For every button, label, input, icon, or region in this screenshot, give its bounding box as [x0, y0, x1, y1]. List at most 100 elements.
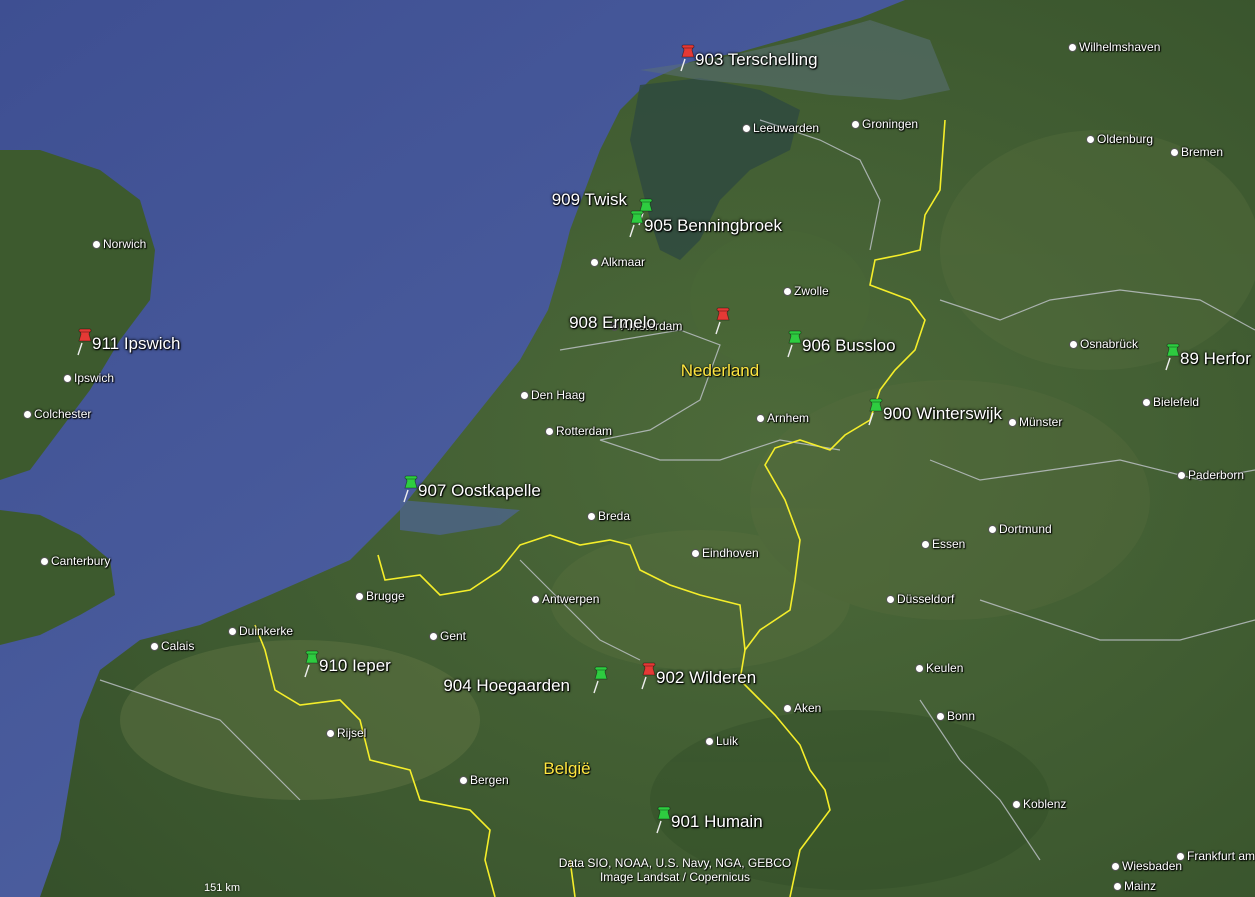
placemark-label: 911 Ipswich	[92, 334, 181, 353]
map-attribution: Data SIO, NOAA, U.S. Navy, NGA, GEBCO Im…	[559, 856, 792, 884]
city-marker-icon	[459, 776, 468, 786]
city-den-haag[interactable]: Den Haag	[520, 388, 585, 402]
city-marker-icon	[1008, 418, 1017, 428]
city-marker-icon	[228, 627, 237, 637]
city-luik[interactable]: Luik	[705, 734, 738, 748]
city-zwolle[interactable]: Zwolle	[783, 284, 829, 298]
city-munster[interactable]: Münster	[1008, 415, 1062, 429]
city-marker-icon	[988, 525, 997, 535]
city-dusseldorf[interactable]: Düsseldorf	[886, 592, 954, 606]
placemark-label: 901 Humain	[671, 812, 763, 831]
city-name: Wiesbaden	[1122, 859, 1183, 873]
city-ipswich[interactable]: Ipswich	[63, 371, 114, 385]
city-canterbury[interactable]: Canterbury	[40, 554, 110, 568]
placemark-label: 906 Bussloo	[802, 336, 896, 355]
placemark-label: 89 Herfor	[1180, 349, 1251, 368]
city-name: Bonn	[947, 709, 976, 723]
city-marker-icon	[783, 287, 792, 297]
city-koblenz[interactable]: Koblenz	[1012, 797, 1066, 811]
city-bremen[interactable]: Bremen	[1170, 145, 1223, 159]
city-name: Duinkerke	[239, 624, 294, 638]
city-marker-icon	[1012, 800, 1021, 810]
city-name: Breda	[598, 509, 631, 523]
city-rijsel[interactable]: Rijsel	[326, 726, 366, 740]
city-name: Antwerpen	[542, 592, 600, 606]
city-marker-icon	[1142, 398, 1151, 408]
placemark-label: 902 Wilderen	[656, 668, 757, 687]
city-keulen[interactable]: Keulen	[915, 661, 963, 675]
city-leeuwarden[interactable]: Leeuwarden	[742, 121, 819, 135]
city-name: Essen	[932, 537, 966, 551]
placemark-label: 907 Oostkapelle	[418, 481, 541, 500]
city-osnabruck[interactable]: Osnabrück	[1069, 337, 1138, 351]
attribution-line-1: Data SIO, NOAA, U.S. Navy, NGA, GEBCO	[558, 856, 792, 870]
city-dortmund[interactable]: Dortmund	[988, 522, 1052, 536]
city-name: Den Haag	[531, 388, 586, 402]
city-marker-icon	[1177, 471, 1186, 481]
city-frankfurt[interactable]: Frankfurt am	[1176, 849, 1255, 863]
scale-label: 151 km	[204, 882, 241, 894]
city-aken[interactable]: Aken	[783, 701, 821, 715]
city-bonn[interactable]: Bonn	[936, 709, 975, 723]
city-norwich[interactable]: Norwich	[92, 237, 146, 251]
city-marker-icon	[326, 729, 335, 739]
city-rotterdam[interactable]: Rotterdam	[545, 424, 612, 438]
city-marker-icon	[783, 704, 792, 714]
city-breda[interactable]: Breda	[587, 509, 630, 523]
city-name: Eindhoven	[702, 546, 759, 560]
city-colchester[interactable]: Colchester	[23, 407, 91, 421]
city-name: Aken	[794, 701, 822, 715]
city-bergen[interactable]: Bergen	[459, 773, 509, 787]
city-marker-icon	[1111, 862, 1120, 872]
city-oldenburg[interactable]: Oldenburg	[1086, 132, 1153, 146]
city-wiesbaden[interactable]: Wiesbaden	[1111, 859, 1182, 873]
city-eindhoven[interactable]: Eindhoven	[691, 546, 759, 560]
city-marker-icon	[921, 540, 930, 550]
city-calais[interactable]: Calais	[150, 639, 194, 653]
city-name: Groningen	[862, 117, 919, 131]
city-name: Keulen	[926, 661, 964, 675]
city-groningen[interactable]: Groningen	[851, 117, 918, 131]
city-name: Dortmund	[999, 522, 1052, 536]
city-name: Norwich	[103, 237, 147, 251]
city-name: Münster	[1019, 415, 1063, 429]
city-essen[interactable]: Essen	[921, 537, 965, 551]
city-gent[interactable]: Gent	[429, 629, 466, 643]
city-marker-icon	[742, 124, 751, 134]
placemark-label: 909 Twisk	[551, 190, 627, 209]
city-mainz[interactable]: Mainz	[1113, 879, 1156, 893]
city-marker-icon	[40, 557, 49, 567]
city-arnhem[interactable]: Arnhem	[756, 411, 809, 425]
city-marker-icon	[590, 258, 599, 268]
city-paderborn[interactable]: Paderborn	[1177, 468, 1244, 482]
city-name: Luik	[716, 734, 739, 748]
city-alkmaar[interactable]: Alkmaar	[590, 255, 645, 269]
satellite-map[interactable]	[0, 0, 1255, 897]
city-marker-icon	[1069, 340, 1078, 350]
city-name: Canterbury	[51, 554, 111, 568]
city-bielefeld[interactable]: Bielefeld	[1142, 395, 1199, 409]
city-name: Brugge	[366, 589, 405, 603]
city-antwerpen[interactable]: Antwerpen	[531, 592, 599, 606]
city-name: Leeuwarden	[753, 121, 820, 135]
city-name: Rotterdam	[556, 424, 613, 438]
city-name: Wilhelmshaven	[1079, 40, 1161, 54]
city-wilhelmshaven[interactable]: Wilhelmshaven	[1068, 40, 1160, 54]
city-marker-icon	[92, 240, 101, 250]
placemark-label: 908 Ermelo	[569, 313, 656, 332]
city-marker-icon	[886, 595, 895, 605]
city-name: Oldenburg	[1097, 132, 1154, 146]
city-marker-icon	[691, 549, 700, 559]
city-marker-icon	[1086, 135, 1095, 145]
city-name: Bergen	[470, 773, 509, 787]
city-marker-icon	[936, 712, 945, 722]
city-marker-icon	[1113, 882, 1122, 892]
city-name: Ipswich	[74, 371, 115, 385]
city-marker-icon	[1176, 852, 1185, 862]
city-brugge[interactable]: Brugge	[355, 589, 405, 603]
city-marker-icon	[150, 642, 159, 652]
placemark-label: 900 Winterswijk	[883, 404, 1003, 423]
city-duinkerke[interactable]: Duinkerke	[228, 624, 293, 638]
city-marker-icon	[545, 427, 554, 437]
city-marker-icon	[520, 391, 529, 401]
